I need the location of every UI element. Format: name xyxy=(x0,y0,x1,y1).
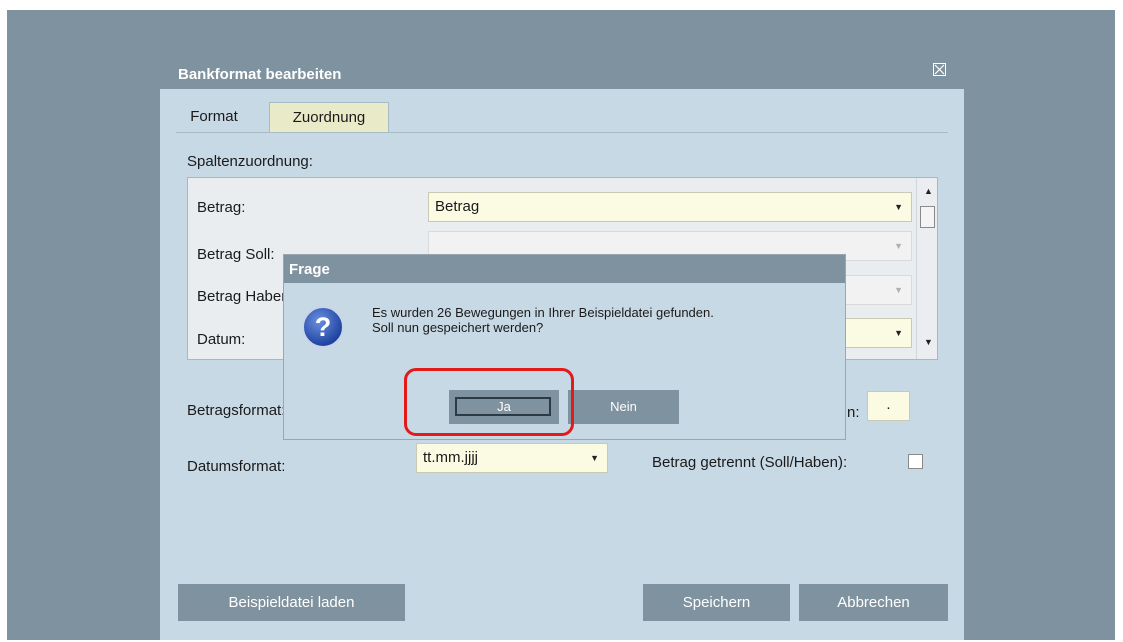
betragsformat-label: Betragsformat: xyxy=(187,402,286,419)
datumsformat-label: Datumsformat: xyxy=(187,458,286,475)
chevron-down-icon: ▼ xyxy=(894,241,903,251)
dialog-message-line-1: Es wurden 26 Bewegungen in Ihrer Beispie… xyxy=(372,305,714,320)
highlight-annotation xyxy=(404,368,574,436)
svg-text:?: ? xyxy=(315,312,332,342)
mapping-scrollbar[interactable]: ▲ ▼ xyxy=(916,178,937,359)
mapping-select-betrag[interactable]: Betrag ▼ xyxy=(428,192,912,222)
mapping-select-value: Betrag xyxy=(435,198,480,215)
mapping-label-datum: Datum: xyxy=(197,331,246,348)
close-icon[interactable] xyxy=(933,63,946,76)
dialog-titlebar: Frage xyxy=(284,255,845,283)
tab-zuordnung[interactable]: Zuordnung xyxy=(269,102,389,132)
window-title: Bankformat bearbeiten xyxy=(178,66,342,83)
betrag-getrennt-checkbox[interactable] xyxy=(908,454,923,469)
load-sample-button[interactable]: Beispieldatei laden xyxy=(178,584,405,621)
scroll-thumb[interactable] xyxy=(920,206,935,228)
question-icon: ? xyxy=(301,305,345,349)
chevron-down-icon: ▼ xyxy=(894,202,903,212)
mapping-label-betrag-soll: Betrag Soll: xyxy=(197,246,275,263)
chevron-down-icon: ▼ xyxy=(894,285,903,295)
mapping-heading: Spaltenzuordnung: xyxy=(187,153,313,170)
chevron-down-icon: ▼ xyxy=(894,328,903,338)
datumsformat-select[interactable]: tt.mm.jjjj ▼ xyxy=(416,443,608,473)
scroll-up-icon[interactable]: ▲ xyxy=(924,186,933,196)
dialog-title: Frage xyxy=(289,261,330,278)
decimal-separator-input[interactable]: . xyxy=(867,391,910,421)
decimal-separator-label: n: xyxy=(847,404,860,421)
cancel-button[interactable]: Abbrechen xyxy=(799,584,948,621)
no-button[interactable]: Nein xyxy=(568,390,679,424)
mapping-label-betrag: Betrag: xyxy=(197,199,246,216)
dialog-message: Es wurden 26 Bewegungen in Ihrer Beispie… xyxy=(372,305,714,335)
dialog-message-line-2: Soll nun gespeichert werden? xyxy=(372,320,544,335)
betrag-getrennt-label: Betrag getrennt (Soll/Haben): xyxy=(652,454,848,471)
mapping-label-betrag-haben: Betrag Haben: xyxy=(197,288,294,305)
tab-format[interactable]: Format xyxy=(168,102,260,132)
datumsformat-value: tt.mm.jjjj xyxy=(423,449,478,466)
scroll-down-icon[interactable]: ▼ xyxy=(924,337,933,347)
save-button[interactable]: Speichern xyxy=(643,584,790,621)
chevron-down-icon: ▼ xyxy=(590,453,599,463)
